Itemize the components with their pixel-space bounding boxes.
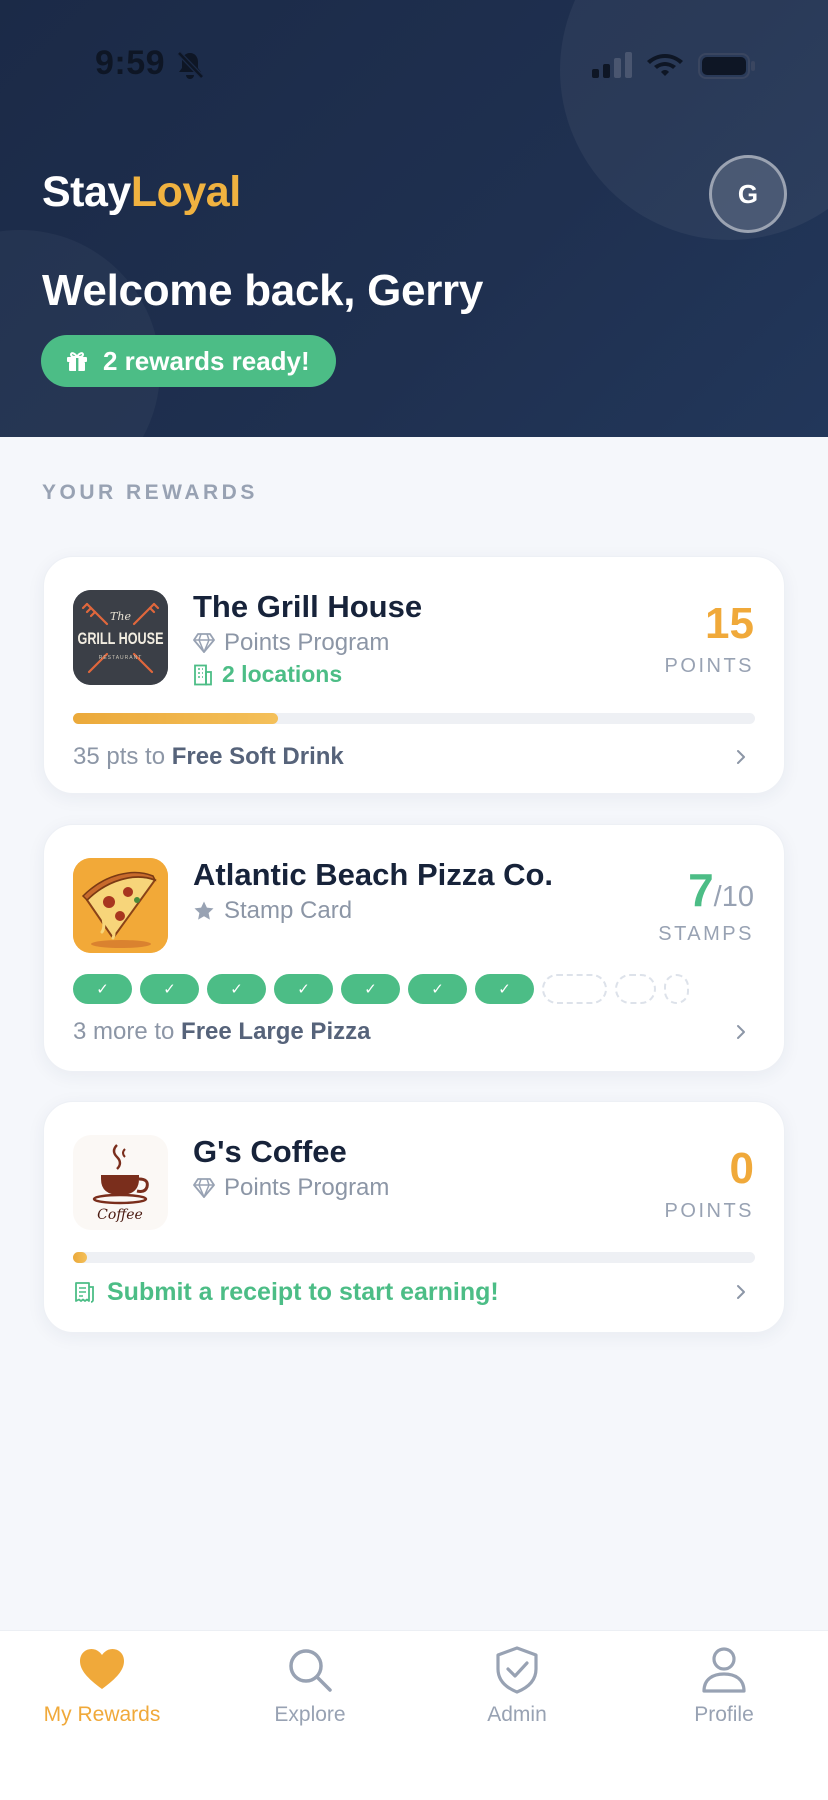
stamp-filled: ✓ xyxy=(207,974,266,1004)
stamp-filled: ✓ xyxy=(140,974,199,1004)
section-title: YOUR REWARDS xyxy=(42,481,258,504)
card-title: G's Coffee xyxy=(193,1134,347,1169)
rewards-ready-badge[interactable]: 2 rewards ready! xyxy=(41,335,336,387)
next-reward-text: 35 pts to Free Soft Drink xyxy=(73,743,344,771)
card-title: Atlantic Beach Pizza Co. xyxy=(193,857,554,892)
stamp-filled: ✓ xyxy=(408,974,467,1004)
app-logo: StayLoyal xyxy=(42,168,241,217)
card-program-type: Stamp Card xyxy=(193,897,352,925)
welcome-heading: Welcome back, Gerry xyxy=(42,266,484,315)
rewards-ready-text: 2 rewards ready! xyxy=(103,345,310,376)
next-reward-prefix: 3 more to xyxy=(73,1018,182,1045)
points-unit: POINTS xyxy=(664,655,754,677)
chevron-right-icon xyxy=(737,750,745,764)
stamp-count: 7/10 xyxy=(688,863,754,917)
progress-fill xyxy=(73,713,278,724)
chevron-right-icon xyxy=(737,1025,745,1039)
stamps-unit: STAMPS xyxy=(658,923,754,945)
status-bar: 9:59 xyxy=(0,40,828,92)
next-reward-prefix: 35 pts to xyxy=(73,743,172,770)
card-locations[interactable]: 2 locations xyxy=(193,661,342,688)
tab-my-rewards[interactable]: My Rewards xyxy=(12,1645,192,1745)
reward-card-grill-house[interactable]: The GRILL HOUSE RESTAURANT The Grill Hou… xyxy=(43,556,785,794)
program-label: Points Program xyxy=(224,629,390,656)
next-reward-name: Free Soft Drink xyxy=(171,743,344,770)
building-icon xyxy=(194,664,212,685)
battery-icon xyxy=(698,53,755,79)
status-time: 9:59 xyxy=(95,44,166,82)
shield-check-icon xyxy=(496,1646,538,1694)
header: 9:59 StayLoyal G Welcome back, Gerry 2 r… xyxy=(0,0,828,437)
heart-icon xyxy=(80,1649,124,1689)
bottom-tab-bar: My Rewards Explore Admin Profile xyxy=(0,1630,828,1800)
search-icon xyxy=(289,1649,332,1692)
diamond-icon xyxy=(193,633,215,653)
tab-label: Explore xyxy=(274,1703,346,1726)
brand-accent: Loyal xyxy=(130,168,241,216)
progress-bar xyxy=(73,713,755,724)
tab-explore[interactable]: Explore xyxy=(220,1645,400,1745)
progress-fill xyxy=(73,1252,87,1263)
points-value: 0 xyxy=(729,1144,754,1193)
stamp-empty xyxy=(542,974,607,1004)
points-unit: POINTS xyxy=(664,1200,754,1222)
stamps-earned: 7 xyxy=(688,864,714,916)
tab-admin[interactable]: Admin xyxy=(427,1645,607,1745)
brand-primary: Stay xyxy=(42,168,131,216)
tab-profile[interactable]: Profile xyxy=(634,1645,814,1745)
grill-house-logo: The GRILL HOUSE RESTAURANT xyxy=(73,590,168,685)
reward-card-gs-coffee[interactable]: Coffee G's Coffee Points Program 0 POINT… xyxy=(43,1101,785,1333)
submit-receipt-text: Submit a receipt to start earning! xyxy=(107,1278,499,1306)
stamps-total: /10 xyxy=(713,881,754,913)
points-value: 15 xyxy=(705,599,754,648)
tab-label: Profile xyxy=(694,1703,754,1726)
bell-muted-icon xyxy=(177,51,204,79)
program-label: Points Program xyxy=(224,1174,390,1201)
chevron-right-icon xyxy=(737,1285,745,1299)
avatar-initial: G xyxy=(737,178,759,209)
gift-icon xyxy=(67,352,87,371)
wifi-icon xyxy=(647,54,683,76)
star-icon xyxy=(194,901,214,920)
receipt-icon xyxy=(75,1281,94,1303)
card-title: The Grill House xyxy=(193,589,423,624)
stamp-empty xyxy=(615,974,656,1004)
avatar[interactable]: G xyxy=(709,155,787,233)
card-program-type: Points Program xyxy=(193,1174,389,1202)
pizza-logo xyxy=(73,858,168,953)
header-decoration xyxy=(560,0,828,240)
tab-label: My Rewards xyxy=(43,1703,161,1726)
cellular-signal-icon xyxy=(592,52,632,78)
header-decoration xyxy=(0,230,160,437)
progress-bar xyxy=(73,1252,755,1263)
tab-label: Admin xyxy=(487,1703,547,1726)
next-reward-text: 3 more to Free Large Pizza xyxy=(73,1018,370,1046)
card-program-type: Points Program xyxy=(193,629,389,657)
submit-receipt-link[interactable]: Submit a receipt to start earning! xyxy=(73,1278,499,1307)
stamp-filled: ✓ xyxy=(475,974,534,1004)
grill-house-logo-script: The xyxy=(110,610,131,623)
reward-card-atlantic-beach-pizza[interactable]: Atlantic Beach Pizza Co. Stamp Card 7/10… xyxy=(43,824,785,1072)
stamp-empty xyxy=(664,974,689,1004)
stamp-filled: ✓ xyxy=(341,974,400,1004)
stamp-filled: ✓ xyxy=(274,974,333,1004)
user-icon xyxy=(702,1647,746,1693)
stamp-filled: ✓ xyxy=(73,974,132,1004)
coffee-logo: Coffee xyxy=(73,1135,168,1230)
grill-house-logo-text: GRILL HOUSE xyxy=(78,629,164,648)
grill-house-logo-sub: RESTAURANT xyxy=(99,655,143,661)
coffee-logo-text: Coffee xyxy=(97,1207,143,1223)
program-label: Stamp Card xyxy=(224,897,353,924)
locations-label: 2 locations xyxy=(222,661,343,687)
stamp-row: ✓ ✓ ✓ ✓ ✓ ✓ ✓ xyxy=(73,974,755,1004)
diamond-icon xyxy=(193,1178,215,1198)
next-reward-name: Free Large Pizza xyxy=(181,1018,371,1045)
